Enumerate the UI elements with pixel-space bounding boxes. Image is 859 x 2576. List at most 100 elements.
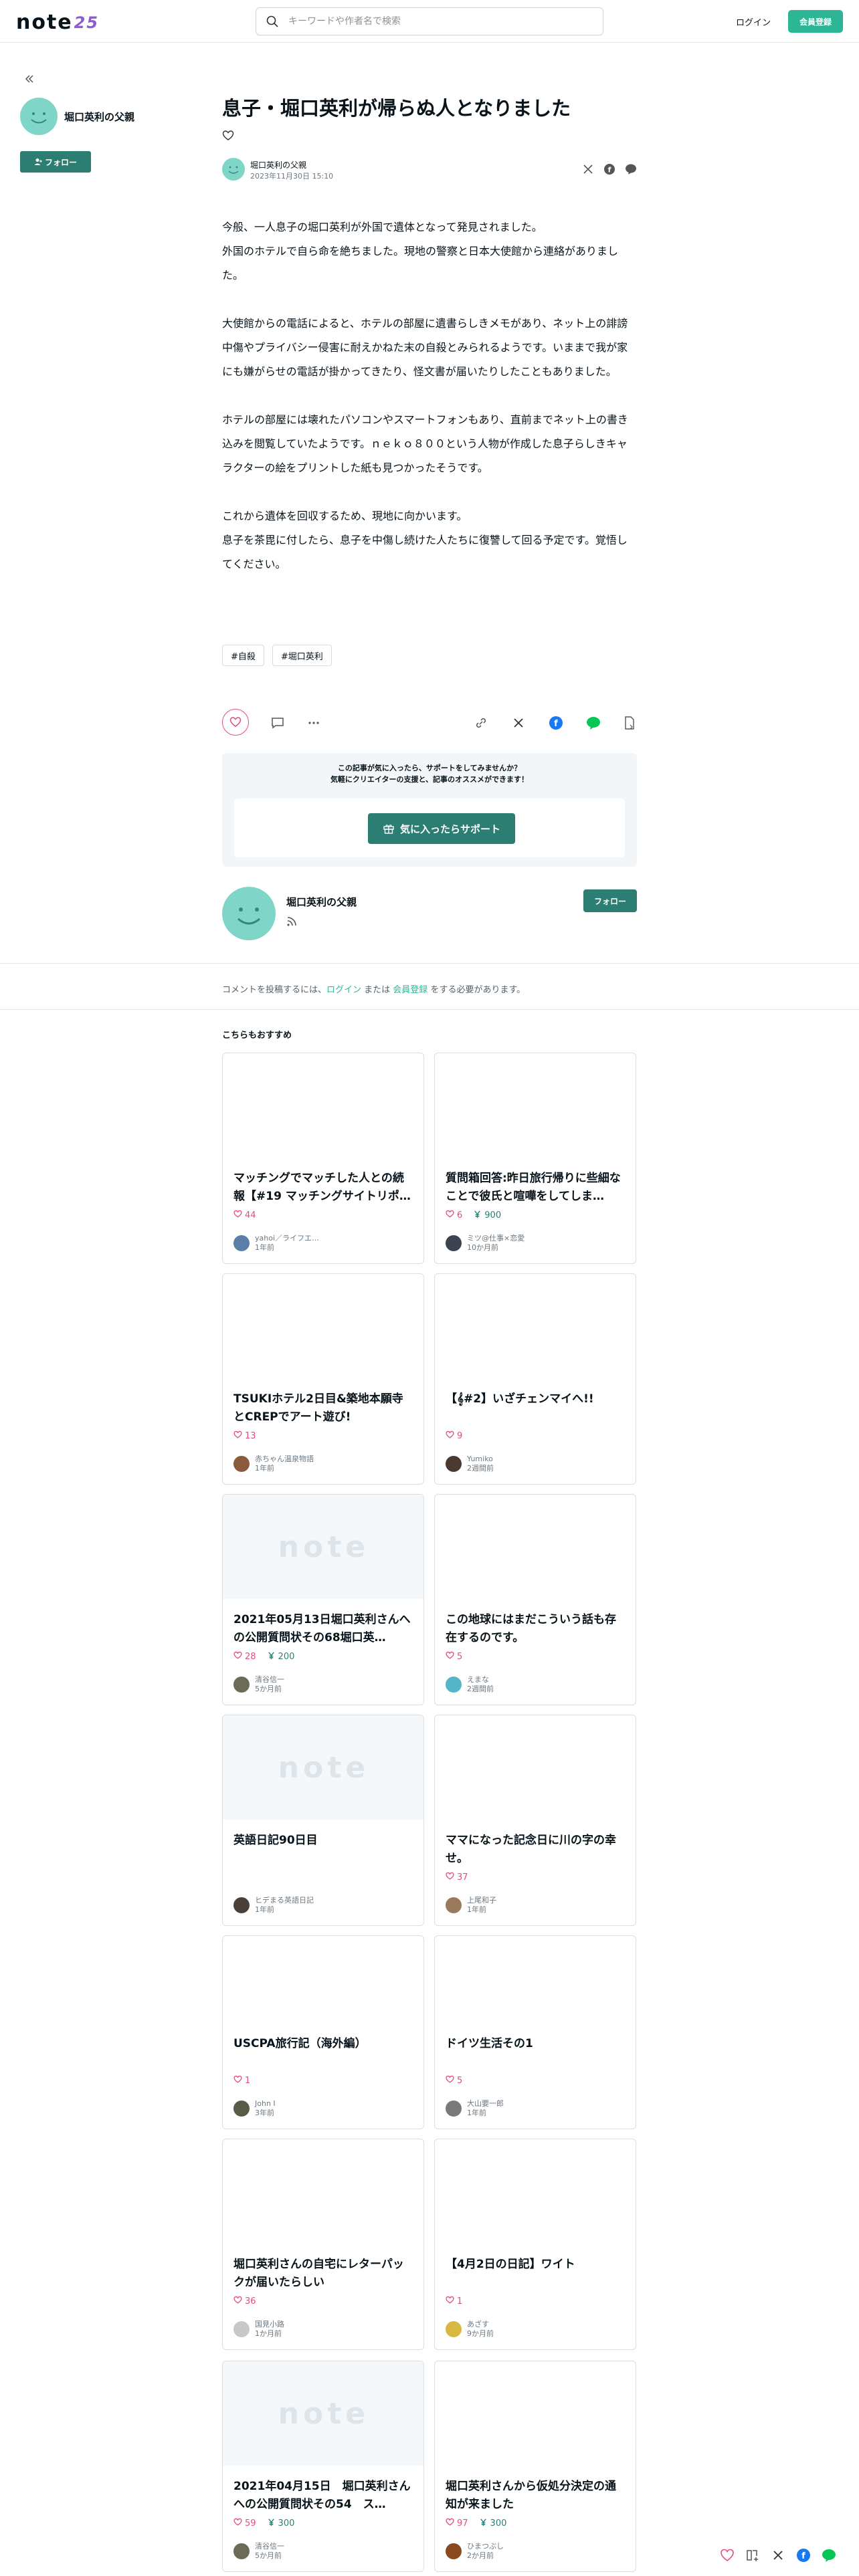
card-author[interactable]: John I 3年前	[233, 2099, 276, 2118]
card-title: 堀口英利さんから仮処分決定の通知が来ました	[446, 2480, 616, 2511]
recommend-card[interactable]: 堀口英利さんから仮処分決定の通知が来ました 97 300 ひまつぶし 2か月前	[434, 2361, 636, 2572]
card-author[interactable]: ミツ@仕事×恋愛 10か月前	[446, 1234, 524, 1253]
embed-icon[interactable]	[622, 716, 637, 730]
author-card-bottom: 堀口英利の父親 フォロー	[222, 887, 637, 943]
copy-link-icon[interactable]	[474, 716, 488, 730]
card-author[interactable]: あざす 9か月前	[446, 2320, 494, 2339]
heart-icon[interactable]	[720, 2548, 735, 2563]
line-share-icon[interactable]	[625, 163, 637, 175]
card-author-name: 大山要一郎	[467, 2099, 504, 2108]
card-author[interactable]: 国見小路 1か月前	[233, 2320, 284, 2339]
card-author[interactable]: ヒデまる英語日記 1年前	[233, 1896, 314, 1915]
x-share-icon[interactable]	[511, 716, 526, 730]
card-author-meta: 上尾和子 1年前	[467, 1896, 496, 1915]
recommend-card[interactable]: note 2021年05月13日堀口英利さんへの公開質問状その68堀口英… 28 20…	[222, 1494, 424, 1705]
signup-button[interactable]: 会員登録	[788, 10, 843, 33]
comment-login-link[interactable]: ログイン	[326, 985, 361, 995]
recommend-card[interactable]: note 2021年04月15日 堀口英利さんへの公開質問状その54 ス… 59 30…	[222, 2361, 424, 2572]
recommend-card[interactable]: 【𝄞#2】いざチェンマイへ!! 9 Yumiko 2週間前	[434, 1273, 636, 1485]
like-count-value: 1	[457, 2296, 463, 2306]
card-author[interactable]: えまな 2週間前	[446, 1675, 494, 1694]
card-author-name: 赤ちゃん温泉物語	[255, 1455, 314, 1463]
card-time: 1年前	[255, 1905, 274, 1914]
person-add-icon	[34, 158, 42, 165]
card-author-avatar	[233, 2321, 250, 2337]
card-author[interactable]: 清谷信一 5か月前	[233, 2542, 284, 2561]
card-author-name: ヒデまる英語日記	[255, 1896, 314, 1905]
search-input[interactable]	[288, 16, 583, 27]
recommend-card[interactable]: ママになった記念日に川の字の幸せ。 37 上尾和子 1年前	[434, 1715, 636, 1926]
hashtag-list: #自殺 #堀口英利	[222, 645, 332, 666]
profile-avatar[interactable]	[20, 98, 58, 135]
note-logo[interactable]: note 25	[16, 11, 99, 34]
article-line: ホテルの部屋には壊れたパソコンやスマートフォンもあり、直前までネット上の書き込み…	[222, 413, 628, 474]
support-button-label: 気に入ったらサポート	[399, 823, 500, 835]
like-count: 6	[446, 1210, 462, 1221]
x-share-icon[interactable]	[771, 2548, 785, 2563]
recommend-card[interactable]: 質問箱回答:昨日旅行帰りに些細なことで彼氏と喧嘩をしてしま… 6 900 ミツ@仕事…	[434, 1053, 636, 1264]
card-author[interactable]: 大山要一郎 1年前	[446, 2099, 504, 2118]
login-button[interactable]: ログイン	[727, 11, 780, 32]
recommend-card[interactable]: 堀口英利さんの自宅にレターパックが届いたらしい 36 国見小路 1か月前	[222, 2139, 424, 2350]
profile-name[interactable]: 堀口英利の父親	[64, 110, 134, 124]
recommend-card[interactable]: USCPA旅行記（海外編） 1 John I 3年前	[222, 1935, 424, 2129]
card-time: 2か月前	[467, 2551, 494, 2560]
article-line: 外国のホテルで自ら命を絶ちました。現地の警察と日本大使館から連絡がありました。	[222, 245, 619, 282]
card-author[interactable]: 上尾和子 1年前	[446, 1896, 496, 1915]
divider	[0, 1009, 859, 1010]
card-author[interactable]: 赤ちゃん温泉物語 1年前	[233, 1455, 314, 1473]
x-share-icon[interactable]	[582, 163, 594, 175]
card-time: 3年前	[255, 2109, 274, 2117]
heart-icon	[233, 2518, 242, 2529]
author-name-bottom[interactable]: 堀口英利の父親	[286, 895, 357, 909]
card-title: ママになった記念日に川の字の幸せ。	[446, 1834, 616, 1865]
facebook-share-icon[interactable]: f	[603, 163, 615, 175]
comment-signup-link[interactable]: 会員登録	[393, 985, 427, 995]
recommend-card[interactable]: note 英語日記90日目 ヒデまる英語日記 1年前	[222, 1715, 424, 1926]
heart-icon	[233, 2075, 242, 2086]
magazine-add-icon[interactable]	[745, 2548, 760, 2563]
card-author[interactable]: Yumiko 2週間前	[446, 1455, 494, 1473]
hashtag-chip[interactable]: #堀口英利	[272, 645, 332, 666]
svg-text:f: f	[608, 166, 611, 175]
facebook-share-icon[interactable]: f	[796, 2548, 811, 2563]
recommend-card[interactable]: ドイツ生活その1 5 大山要一郎 1年前	[434, 1935, 636, 2129]
like-button[interactable]	[222, 709, 249, 736]
more-options-icon[interactable]	[306, 716, 321, 730]
like-count-value: 5	[457, 1652, 463, 1662]
heart-icon	[446, 2296, 454, 2307]
like-count-value: 1	[245, 2076, 251, 2086]
card-author[interactable]: 清谷信一 5か月前	[233, 1675, 284, 1694]
recommend-card[interactable]: マッチングでマッチした人との続報【#19 マッチングサイトリポ… 44 yahoi…	[222, 1053, 424, 1264]
card-stats: 28 200	[233, 1651, 294, 1662]
rss-icon[interactable]	[286, 916, 297, 927]
facebook-share-icon[interactable]: f	[549, 716, 563, 730]
like-count: 44	[233, 1210, 256, 1221]
card-author-meta: 清谷信一 5か月前	[255, 2542, 284, 2561]
heart-icon	[233, 2296, 242, 2307]
card-title: 英語日記90日目	[233, 1834, 318, 1847]
hashtag-chip[interactable]: #自殺	[222, 645, 264, 666]
recommend-card[interactable]: 【4月2日の日記】ワイト 1 あざす 9か月前	[434, 2139, 636, 2350]
search-box[interactable]	[256, 7, 603, 35]
author-name[interactable]: 堀口英利の父親	[250, 159, 306, 171]
card-author-avatar	[446, 2101, 462, 2117]
line-share-icon[interactable]	[822, 2548, 836, 2563]
author-avatar[interactable]	[222, 158, 245, 181]
profile-follow-button[interactable]: フォロー	[20, 151, 91, 173]
heart-icon[interactable]	[222, 130, 234, 142]
recommend-card[interactable]: TSUKIホテル2日目&築地本願寺とCREPでアート遊び! 13 赤ちゃん温泉物語…	[222, 1273, 424, 1485]
card-author-meta: yahoi／ライフエ… 1年前	[255, 1234, 319, 1253]
card-author[interactable]: ひまつぶし 2か月前	[446, 2542, 504, 2561]
recommend-card[interactable]: この地球にはまだこういう話も存在するのです。 5 えまな 2週間前	[434, 1494, 636, 1705]
support-button[interactable]: 気に入ったらサポート	[368, 813, 515, 844]
line-share-icon[interactable]	[586, 716, 601, 730]
comment-icon[interactable]	[270, 716, 285, 730]
author-avatar-large[interactable]	[222, 887, 276, 940]
card-author[interactable]: yahoi／ライフエ… 1年前	[233, 1234, 319, 1253]
author-follow-button[interactable]: フォロー	[583, 889, 637, 912]
yen-icon	[267, 1651, 276, 1662]
card-author-meta: 清谷信一 5か月前	[255, 1675, 284, 1694]
card-author-name: 国見小路	[255, 2320, 284, 2329]
collapse-double-chevron-icon[interactable]	[23, 72, 36, 86]
